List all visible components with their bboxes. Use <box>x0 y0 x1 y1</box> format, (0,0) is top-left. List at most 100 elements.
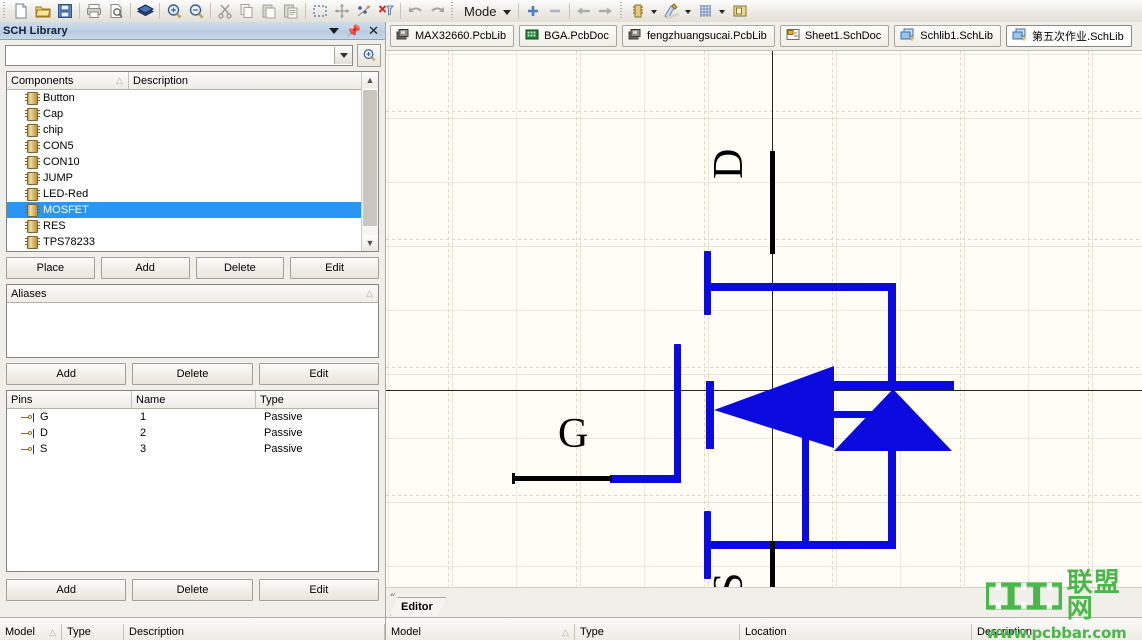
mode-dropdown-icon[interactable] <box>502 9 511 15</box>
component-list-item[interactable]: LED-Red <box>7 186 361 202</box>
select-area-icon[interactable] <box>309 1 331 21</box>
aliases-add-button[interactable]: Add <box>6 363 127 385</box>
move-icon[interactable] <box>331 1 353 21</box>
pin-table-row[interactable]: D 2 Passive <box>7 425 378 441</box>
document-tab-4[interactable]: Sheet1.SchDoc <box>779 25 890 47</box>
column-location[interactable]: Location <box>739 624 971 640</box>
column-type[interactable]: Type <box>574 624 739 640</box>
toolbar-grip[interactable] <box>449 2 456 20</box>
aliases-list[interactable] <box>7 303 378 357</box>
mode-label[interactable]: Mode <box>458 4 501 19</box>
cut-icon[interactable] <box>214 1 236 21</box>
chevron-down-icon[interactable] <box>329 27 340 34</box>
print-icon[interactable] <box>83 1 105 21</box>
component-list-item[interactable]: MOSFET <box>7 202 361 218</box>
back-arrow-icon[interactable] <box>573 1 595 21</box>
document-tab-6[interactable]: 第五次作业.SchLib <box>1006 25 1132 47</box>
scrollbar-thumb[interactable] <box>363 90 377 226</box>
copy-icon[interactable] <box>236 1 258 21</box>
components-list[interactable]: Button Cap chip CON5 CON10 JUMP LED-Red MOSFET R… <box>7 90 361 251</box>
components-place-button[interactable]: Place <box>6 257 95 279</box>
column-type[interactable]: Type <box>256 391 378 408</box>
component-list-item[interactable]: chip <box>7 122 361 138</box>
pins-delete-button[interactable]: Delete <box>132 579 253 601</box>
pin-type-cell: Passive <box>264 443 303 455</box>
column-model-type[interactable]: Type <box>62 624 124 640</box>
scroll-down-button[interactable]: ▼ <box>362 235 378 251</box>
zoom-in-icon[interactable] <box>163 1 185 21</box>
component-list-item[interactable]: CON10 <box>7 154 361 170</box>
pins-list[interactable]: G 1 Passive D 2 Passive S 3 Passive <box>7 409 378 571</box>
tab-editor[interactable]: Editor <box>390 597 446 616</box>
component-list-item[interactable]: JUMP <box>7 170 361 186</box>
schematic-canvas[interactable]: D G S <box>386 50 1142 607</box>
column-location-label: Location <box>745 626 787 638</box>
component-dropdown-icon[interactable] <box>650 10 657 14</box>
document-tab-3[interactable]: fengzhuangsucai.PcbLib <box>621 25 775 47</box>
draw-tools-dropdown-icon[interactable] <box>684 10 691 14</box>
aliases-delete-button[interactable]: Delete <box>132 363 253 385</box>
column-model-description[interactable]: Description <box>124 624 385 640</box>
clear-filter-icon[interactable] <box>353 1 375 21</box>
component-list-item[interactable]: Cap <box>7 106 361 122</box>
body-diode-triangle <box>834 389 952 451</box>
components-delete-button[interactable]: Delete <box>195 257 285 279</box>
component-list-item[interactable]: Button <box>7 90 361 106</box>
document-tab-2[interactable]: BGA.PcbDoc <box>519 25 617 47</box>
library-combo[interactable] <box>5 45 353 66</box>
document-tab-5[interactable]: Schlib1.SchLib <box>894 25 1002 47</box>
column-components[interactable]: Components △ <box>7 72 129 89</box>
zoom-out-icon[interactable] <box>185 1 207 21</box>
scroll-up-button[interactable]: ▲ <box>362 72 378 88</box>
components-listbox[interactable]: Components △ Description Button Cap chip CO… <box>6 71 379 252</box>
pins-add-button[interactable]: Add <box>6 579 127 601</box>
open-folder-icon[interactable] <box>32 1 54 21</box>
new-file-icon[interactable] <box>10 1 32 21</box>
column-model[interactable]: Model △ <box>0 624 62 640</box>
component-list-item[interactable]: TPS78233 <box>7 234 361 250</box>
gate-pin-line[interactable] <box>512 476 612 481</box>
pins-edit-button[interactable]: Edit <box>258 579 379 601</box>
components-add-button[interactable]: Add <box>100 257 190 279</box>
document-tab-1[interactable]: MAX32660.PcbLib <box>390 25 515 47</box>
component-icon[interactable] <box>627 1 649 21</box>
toolbar-grip[interactable] <box>617 2 625 20</box>
grid-icon[interactable] <box>695 1 717 21</box>
toolbar-grip[interactable] <box>1 2 8 20</box>
component-list-item[interactable]: RES <box>7 218 361 234</box>
aliases-edit-button[interactable]: Edit <box>258 363 379 385</box>
pin-table-row[interactable]: G 1 Passive <box>7 409 378 425</box>
save-icon[interactable] <box>54 1 76 21</box>
aliases-listbox[interactable]: Aliases △ <box>6 284 379 358</box>
draw-tools-icon[interactable] <box>661 1 683 21</box>
pin-icon[interactable]: 📌 <box>346 25 361 37</box>
column-pins[interactable]: Pins <box>7 391 132 408</box>
column-description[interactable]: Description <box>129 72 378 89</box>
library-search-input[interactable] <box>6 47 334 64</box>
column-name[interactable]: Name <box>132 391 256 408</box>
print-preview-icon[interactable] <box>105 1 127 21</box>
column-model[interactable]: Model △ <box>386 624 574 640</box>
components-scrollbar[interactable]: ▲ ▼ <box>361 72 378 251</box>
paste-icon[interactable] <box>258 1 280 21</box>
redo-icon[interactable] <box>426 1 448 21</box>
search-button[interactable] <box>357 44 381 67</box>
component-list-item[interactable]: CON5 <box>7 138 361 154</box>
document-tab-label: fengzhuangsucai.PcbLib <box>646 30 767 42</box>
close-icon[interactable]: ✕ <box>368 24 379 37</box>
pin-table-row[interactable]: S 3 Passive <box>7 441 378 457</box>
paste-special-icon[interactable] <box>280 1 302 21</box>
combo-dropdown-button[interactable] <box>334 47 352 64</box>
pins-listbox[interactable]: Pins Name Type G 1 Passive D 2 Passive S 3 Passi… <box>6 390 379 572</box>
aliases-list-header: Aliases △ <box>7 285 378 303</box>
plus-icon[interactable] <box>522 1 544 21</box>
undo-icon[interactable] <box>404 1 426 21</box>
board-icon[interactable] <box>134 1 156 21</box>
column-aliases[interactable]: Aliases △ <box>7 285 378 302</box>
forward-arrow-icon[interactable] <box>595 1 617 21</box>
grid-dropdown-icon[interactable] <box>718 10 725 14</box>
library-icon[interactable] <box>729 1 751 21</box>
components-edit-button[interactable]: Edit <box>290 257 379 279</box>
minus-icon[interactable] <box>544 1 566 21</box>
delete-filter-icon[interactable] <box>375 1 397 21</box>
